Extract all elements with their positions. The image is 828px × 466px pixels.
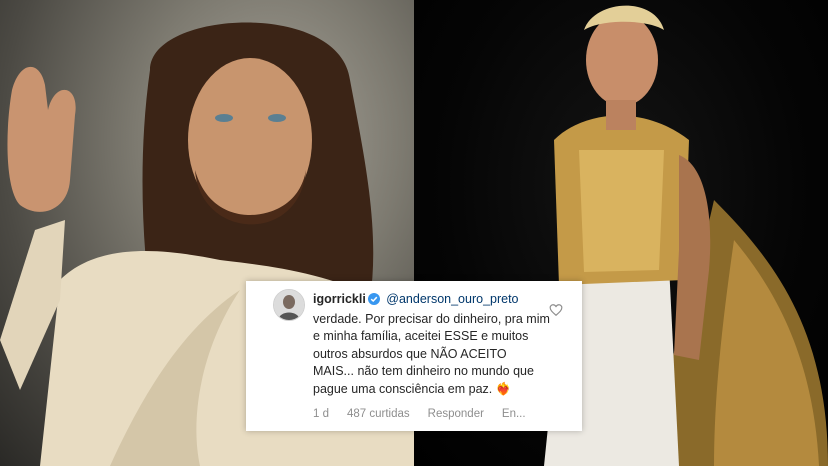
comment-card: igorrickli @anderson_ouro_preto verdade.…: [246, 281, 582, 431]
heart-icon[interactable]: [549, 303, 563, 317]
comment-text-block: igorrickli @anderson_ouro_preto verdade.…: [313, 291, 551, 398]
comment-likes-count[interactable]: 487 curtidas: [347, 408, 410, 420]
avatar-icon: [274, 290, 304, 320]
comment-emoji: ❤️‍🔥: [495, 381, 512, 396]
user-avatar[interactable]: [273, 289, 305, 321]
comment-username[interactable]: igorrickli: [313, 292, 366, 306]
verified-badge-icon: [367, 293, 380, 311]
comment-age: 1 d: [313, 408, 329, 420]
reply-button[interactable]: Responder: [428, 408, 484, 420]
comment-meta-row: 1 d 487 curtidas Responder En...: [313, 408, 526, 420]
comment-mention[interactable]: @anderson_ouro_preto: [386, 292, 518, 306]
translate-more-button[interactable]: En...: [502, 408, 526, 420]
comment-text: verdade. Por precisar do dinheiro, pra m…: [313, 311, 550, 396]
